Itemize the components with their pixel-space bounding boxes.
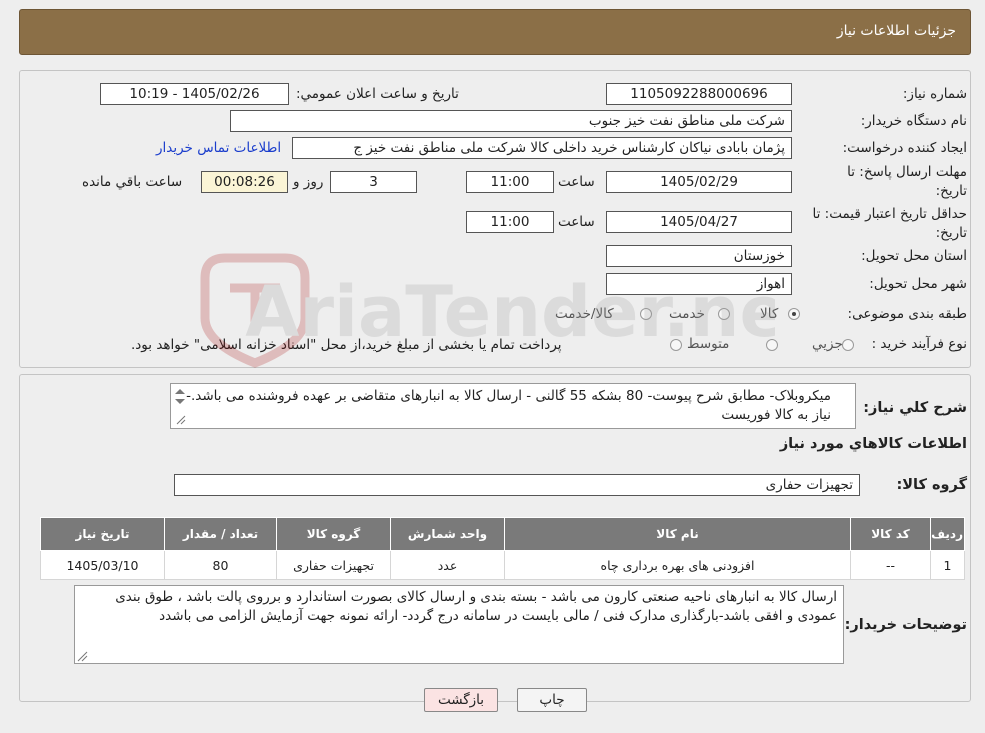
category-radio-service[interactable] — [718, 308, 730, 320]
process-note: پرداخت تمام يا بخشی از مبلغ خريد،از محل … — [131, 337, 562, 353]
category-radio-goods-service[interactable] — [640, 308, 652, 320]
category-option-goods-service: کالا/خدمت — [555, 306, 614, 322]
process-label: نوع فرآيند خريد : — [871, 336, 967, 352]
category-label: طبقه بندی موضوعی: — [847, 306, 967, 322]
validity-time-field: 11:00 — [466, 211, 554, 233]
category-option-service: خدمت — [669, 306, 705, 322]
table-row: 1 -- افزودنی های بهره برداری چاه عدد تجه… — [40, 550, 965, 580]
page-header: جزئیات اطلاعات نیاز — [19, 9, 971, 55]
buyer-notes-label: توضيحات خريدار: — [844, 617, 967, 633]
remaining-time-field: 00:08:26 — [201, 171, 288, 193]
deadline-date-field: 1405/02/29 — [606, 171, 792, 193]
process-option-minor: جزيي — [812, 336, 843, 352]
buyer-org-label: نام دستگاه خريدار: — [860, 113, 967, 129]
days-label: روز و — [293, 174, 324, 190]
province-label: استان محل تحويل: — [861, 248, 967, 264]
process-radio-treasury[interactable] — [670, 339, 682, 351]
announce-datetime-label: تاریخ و ساعت اعلان عمومي: — [296, 86, 459, 102]
deadline-label: مهلت ارسال پاسخ: تا — [847, 164, 967, 180]
goods-group-label: گروه کالا: — [896, 477, 967, 493]
back-button[interactable]: بازگشت — [424, 688, 498, 712]
deadline-time-field: 11:00 — [466, 171, 554, 193]
goods-table-header: رديف کد کالا نام کالا واحد شمارش گروه کا… — [40, 517, 965, 551]
col-date-header: تاريخ نياز — [40, 517, 165, 551]
resize-grip-icon[interactable] — [76, 650, 88, 662]
col-row-header: رديف — [930, 517, 965, 551]
cell-row: 1 — [930, 550, 965, 580]
col-group-header: گروه کالا — [276, 517, 391, 551]
description-text: میکروبلاک- مطابق شرح پیوست- 80 بشکه 55 گ… — [186, 388, 831, 423]
need-number-field: 1105092288000696 — [606, 83, 792, 105]
description-label: شرح كلي نياز: — [863, 400, 967, 416]
cell-group: تجهیزات حفاری — [276, 550, 391, 580]
process-radio-medium[interactable] — [766, 339, 778, 351]
process-option-medium: متوسط — [687, 336, 730, 352]
goods-section-title: اطلاعات کالاهاي مورد نياز — [779, 436, 967, 452]
col-quantity-header: تعداد / مقدار — [164, 517, 277, 551]
goods-table: رديف کد کالا نام کالا واحد شمارش گروه کا… — [40, 517, 965, 580]
requester-label: ايجاد کننده درخواست: — [842, 140, 967, 156]
deadline-time-label: ساعت — [558, 174, 595, 190]
col-unit-header: واحد شمارش — [390, 517, 505, 551]
buyer-notes-text: ارسال کالا به انبارهای ناحیه صنعتی کارون… — [115, 589, 837, 624]
print-button[interactable]: چاپ — [517, 688, 587, 712]
col-name-header: نام کالا — [504, 517, 851, 551]
need-number-label: شماره نیاز: — [902, 86, 967, 102]
description-textarea[interactable]: میکروبلاک- مطابق شرح پیوست- 80 بشکه 55 گ… — [170, 383, 856, 429]
cell-code: -- — [850, 550, 931, 580]
deadline-label-date: تاريخ: — [935, 183, 967, 199]
textarea-scroll-icon[interactable] — [173, 386, 187, 426]
goods-group-field: تجهیزات حفاری — [174, 474, 860, 496]
process-radio-minor[interactable] — [842, 339, 854, 351]
validity-label-date: تاريخ: — [935, 225, 967, 241]
buyer-notes-textarea[interactable]: ارسال کالا به انبارهای ناحیه صنعتی کارون… — [74, 585, 844, 664]
remaining-time-label: ساعت باقي مانده — [82, 174, 183, 190]
validity-label: حداقل تاريخ اعتبار قيمت: تا — [812, 206, 967, 222]
category-option-goods: کالا — [760, 306, 779, 322]
city-label: شهر محل تحويل: — [869, 276, 967, 292]
cell-unit: عدد — [390, 550, 505, 580]
city-field: اهواز — [606, 273, 792, 295]
remaining-days-field: 3 — [330, 171, 417, 193]
requester-field: پژمان بابادی نیاکان کارشناس خرید داخلی ک… — [292, 137, 792, 159]
announce-datetime-field: 1405/02/26 - 10:19 — [100, 83, 289, 105]
province-field: خوزستان — [606, 245, 792, 267]
col-code-header: کد کالا — [850, 517, 931, 551]
cell-name: افزودنی های بهره برداری چاه — [504, 550, 851, 580]
validity-time-label: ساعت — [558, 214, 595, 230]
validity-date-field: 1405/04/27 — [606, 211, 792, 233]
cell-quantity: 80 — [164, 550, 277, 580]
cell-date: 1405/03/10 — [40, 550, 165, 580]
buyer-contact-link[interactable]: اطلاعات تماس خريدار — [156, 140, 281, 156]
category-radio-goods[interactable] — [788, 308, 800, 320]
buyer-org-field: شرکت ملی مناطق نفت خیز جنوب — [230, 110, 792, 132]
page-title: جزئیات اطلاعات نیاز — [836, 23, 956, 39]
